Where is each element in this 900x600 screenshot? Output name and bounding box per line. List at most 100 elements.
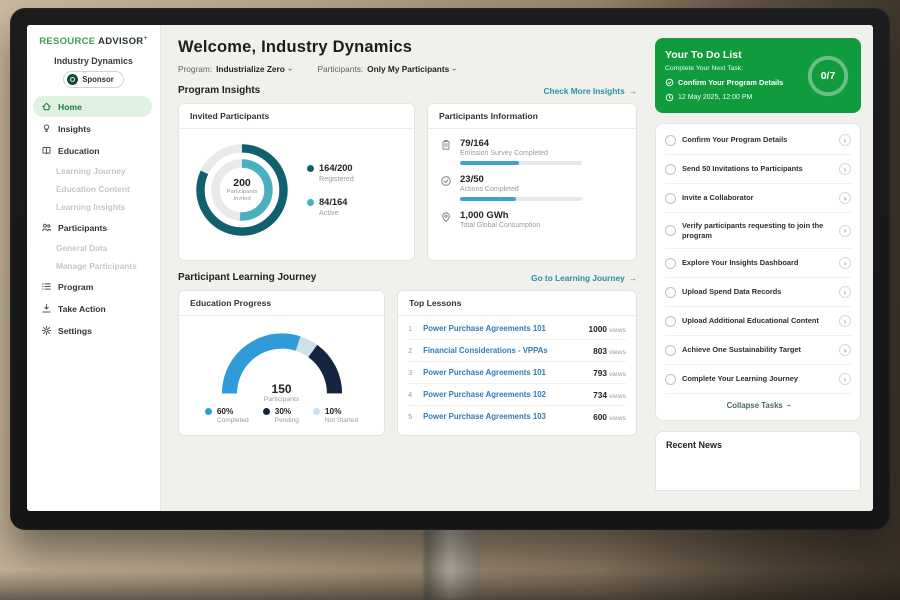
top-lessons-card: Top Lessons 1 Power Purchase Agreements … bbox=[397, 290, 637, 436]
program-filter[interactable]: Program: Industrialize Zero › bbox=[178, 64, 292, 74]
card-title: Invited Participants bbox=[179, 104, 414, 129]
chevron-right-icon[interactable]: › bbox=[839, 134, 851, 146]
check-circle-icon bbox=[440, 175, 452, 201]
recent-news-card: Recent News bbox=[655, 431, 861, 491]
card-title: Education Progress bbox=[179, 291, 384, 316]
legend-pending: 30%Pending bbox=[263, 406, 299, 424]
checkbox-icon[interactable] bbox=[665, 345, 676, 356]
invited-participants-donut-chart: 200 Participants Invited bbox=[189, 137, 295, 243]
sidebar-item-take-action[interactable]: Take Action bbox=[33, 298, 152, 319]
check-circle-icon bbox=[665, 78, 674, 87]
legend-completed: 60%Completed bbox=[205, 406, 249, 424]
sidebar-item-participants[interactable]: Participants bbox=[33, 217, 152, 238]
sponsor-badge[interactable]: Sponsor bbox=[63, 71, 124, 88]
checkbox-icon[interactable] bbox=[665, 135, 676, 146]
sidebar-item-general-data[interactable]: General Data bbox=[27, 239, 160, 257]
checkbox-icon[interactable] bbox=[665, 164, 676, 175]
learning-journey-header: Participant Learning Journey Go to Learn… bbox=[178, 272, 637, 283]
todo-tasks-card: Confirm Your Program Details › Send 50 I… bbox=[655, 123, 861, 421]
sidebar-item-program[interactable]: Program bbox=[33, 276, 152, 297]
recent-news-title: Recent News bbox=[666, 440, 850, 450]
task-row[interactable]: Verify participants requesting to join t… bbox=[665, 213, 851, 249]
main-content: Welcome, Industry Dynamics Program: Indu… bbox=[161, 25, 651, 511]
education-progress-gauge-chart: 150 Participants bbox=[212, 321, 352, 403]
lesson-link[interactable]: Financial Considerations - VPPAs bbox=[423, 346, 586, 355]
chevron-right-icon[interactable]: › bbox=[839, 257, 851, 269]
checkbox-icon[interactable] bbox=[665, 225, 676, 236]
home-icon bbox=[41, 101, 52, 112]
lesson-link[interactable]: Power Purchase Agreements 103 bbox=[423, 412, 586, 421]
legend-dot bbox=[205, 408, 212, 415]
lesson-row: 4 Power Purchase Agreements 102 734views bbox=[408, 384, 626, 406]
checkbox-icon[interactable] bbox=[665, 258, 676, 269]
todo-next-task[interactable]: Confirm Your Program Details bbox=[665, 78, 799, 87]
task-row[interactable]: Send 50 Invitations to Participants › bbox=[665, 155, 851, 184]
people-icon bbox=[41, 222, 52, 233]
task-row[interactable]: Explore Your Insights Dashboard › bbox=[665, 249, 851, 278]
chevron-right-icon[interactable]: › bbox=[839, 286, 851, 298]
collapse-tasks-button[interactable]: Collapse Tasks › bbox=[665, 394, 851, 418]
filters-row: Program: Industrialize Zero › Participan… bbox=[178, 64, 637, 74]
legend-registered: 164/200Registered bbox=[307, 163, 354, 183]
gauge-legend: 60%Completed 30%Pending 10%Not Started bbox=[205, 406, 358, 424]
chevron-right-icon[interactable]: › bbox=[839, 163, 851, 175]
task-row[interactable]: Achieve One Sustainability Target › bbox=[665, 336, 851, 365]
sidebar-item-education[interactable]: Education bbox=[33, 140, 152, 161]
sidebar: RESOURCE ADVISOR+ Industry Dynamics Spon… bbox=[27, 25, 161, 511]
todo-panel: Your To Do List Complete Your Next Task:… bbox=[651, 25, 873, 511]
checkbox-icon[interactable] bbox=[665, 193, 676, 204]
legend-dot bbox=[307, 165, 314, 172]
sidebar-item-insights[interactable]: Insights bbox=[33, 118, 152, 139]
todo-subtitle: Complete Your Next Task: bbox=[665, 65, 799, 72]
chevron-right-icon[interactable]: › bbox=[839, 344, 851, 356]
legend-active: 84/164Active bbox=[307, 197, 354, 217]
legend-dot bbox=[307, 199, 314, 206]
checkbox-icon[interactable] bbox=[665, 316, 676, 327]
section-title: Participant Learning Journey bbox=[178, 272, 316, 283]
brand-secondary: ADVISOR+ bbox=[98, 36, 148, 47]
chevron-down-icon: › bbox=[286, 68, 295, 71]
chevron-right-icon[interactable]: › bbox=[839, 225, 851, 237]
task-row[interactable]: Invite a Collaborator › bbox=[665, 184, 851, 213]
checkbox-icon[interactable] bbox=[665, 287, 676, 298]
todo-title: Your To Do List bbox=[665, 49, 799, 61]
emission-survey-progress-bar bbox=[460, 161, 582, 165]
check-more-insights-link[interactable]: Check More Insights → bbox=[544, 86, 637, 96]
legend-not-started: 10%Not Started bbox=[313, 406, 358, 424]
lesson-row: 2 Financial Considerations - VPPAs 803vi… bbox=[408, 340, 626, 362]
todo-due-date: 12 May 2025, 12:00 PM bbox=[665, 93, 799, 102]
task-row[interactable]: Upload Spend Data Records › bbox=[665, 278, 851, 307]
card-title: Participants Information bbox=[428, 104, 636, 129]
go-to-learning-journey-link[interactable]: Go to Learning Journey → bbox=[531, 273, 637, 283]
education-progress-card: Education Progress 150 Participants bbox=[178, 290, 385, 436]
todo-progress-ring: 0/7 bbox=[805, 53, 851, 99]
lesson-row: 1 Power Purchase Agreements 101 1000view… bbox=[408, 318, 626, 340]
chevron-right-icon[interactable]: › bbox=[839, 373, 851, 385]
sidebar-item-home[interactable]: Home bbox=[33, 96, 152, 117]
legend-dot bbox=[263, 408, 270, 415]
sidebar-item-settings[interactable]: Settings bbox=[33, 320, 152, 341]
sidebar-item-learning-insights[interactable]: Learning Insights bbox=[27, 198, 160, 216]
sidebar-item-learning-journey[interactable]: Learning Journey bbox=[27, 162, 160, 180]
sidebar-item-manage-participants[interactable]: Manage Participants bbox=[27, 257, 160, 275]
checkbox-icon[interactable] bbox=[665, 374, 676, 385]
monitor-frame: RESOURCE ADVISOR+ Industry Dynamics Spon… bbox=[10, 8, 890, 530]
org-name: Industry Dynamics bbox=[27, 56, 160, 66]
gear-icon bbox=[41, 325, 52, 336]
lesson-link[interactable]: Power Purchase Agreements 102 bbox=[423, 390, 586, 399]
participants-filter[interactable]: Participants: Only My Participants › bbox=[318, 64, 456, 74]
donut-legend: 164/200Registered 84/164Active bbox=[307, 163, 354, 217]
task-row[interactable]: Confirm Your Program Details › bbox=[665, 126, 851, 155]
sidebar-item-education-content[interactable]: Education Content bbox=[27, 180, 160, 198]
task-row[interactable]: Complete Your Learning Journey › bbox=[665, 365, 851, 394]
lesson-link[interactable]: Power Purchase Agreements 101 bbox=[423, 324, 581, 333]
lesson-link[interactable]: Power Purchase Agreements 101 bbox=[423, 368, 586, 377]
clipboard-icon bbox=[440, 139, 452, 165]
gauge-center-label: Participants bbox=[212, 396, 352, 403]
chevron-right-icon[interactable]: › bbox=[839, 315, 851, 327]
sponsor-icon bbox=[67, 74, 78, 85]
participants-information-card: Participants Information 79/164 Emission… bbox=[427, 103, 637, 261]
task-row[interactable]: Upload Additional Educational Content › bbox=[665, 307, 851, 336]
list-icon bbox=[41, 281, 52, 292]
chevron-right-icon[interactable]: › bbox=[839, 192, 851, 204]
